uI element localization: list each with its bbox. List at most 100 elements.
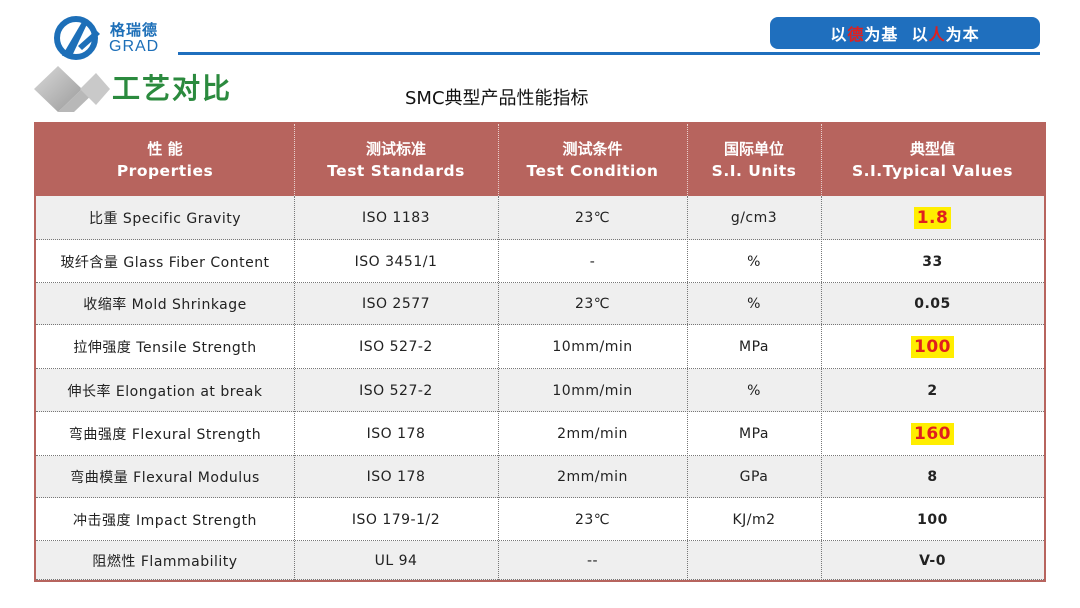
property-text: 收缩率 Mold Shrinkage xyxy=(83,297,247,313)
value-text: 160 xyxy=(911,423,954,445)
cell-standard: ISO 178 xyxy=(294,456,498,498)
unit-text: g/cm3 xyxy=(730,210,778,226)
value-text: 100 xyxy=(917,511,948,528)
header-divider xyxy=(687,124,688,196)
cell-condition: 23℃ xyxy=(498,283,687,325)
header-typical-values: 典型值 S.I.Typical Values xyxy=(821,124,1044,196)
cell-condition: 10mm/min xyxy=(498,369,687,412)
unit-text: GPa xyxy=(739,469,769,485)
logo-chinese-name: 格瑞德 xyxy=(110,21,159,39)
unit-text: MPa xyxy=(739,339,769,355)
table-title: SMC典型产品性能指标 xyxy=(405,88,589,109)
cell-unit: % xyxy=(687,240,821,283)
cell-condition: -- xyxy=(498,541,687,580)
cell-property: 收缩率 Mold Shrinkage xyxy=(36,283,294,325)
header-cn: 测试条件 xyxy=(562,140,623,158)
slogan-accent: 人 xyxy=(928,25,946,44)
cell-unit: KJ/m2 xyxy=(687,498,821,541)
standard-text: UL 94 xyxy=(374,552,418,569)
cell-value: V-0 xyxy=(821,541,1044,580)
cell-condition: 2mm/min xyxy=(498,456,687,498)
header-si-units: 国际单位 S.I. Units xyxy=(687,124,821,196)
cell-value: 1.8 xyxy=(821,196,1044,240)
condition-text: 10mm/min xyxy=(552,382,633,399)
condition-text: 2mm/min xyxy=(557,469,628,485)
cell-standard: ISO 3451/1 xyxy=(294,240,498,283)
diamond-bullet-icon xyxy=(34,66,110,112)
property-text: 弯曲模量 Flexural Modulus xyxy=(70,470,260,486)
cell-value: 100 xyxy=(821,498,1044,541)
slogan-banner: 以德为基 以人为本 xyxy=(770,17,1040,49)
standard-text: ISO 179-1/2 xyxy=(351,511,441,528)
slogan-part: 为基 以 xyxy=(864,25,929,44)
unit-text: % xyxy=(747,253,761,270)
cell-standard: UL 94 xyxy=(294,541,498,580)
header-en: Properties xyxy=(116,162,214,180)
header-divider xyxy=(178,52,1040,55)
cell-value: 8 xyxy=(821,456,1044,498)
properties-table: 性 能 Properties 测试标准 Test Standards 测试条件 … xyxy=(34,122,1046,582)
cell-standard: ISO 179-1/2 xyxy=(294,498,498,541)
condition-text: 23℃ xyxy=(574,511,611,528)
value-text: 1.8 xyxy=(913,207,952,229)
standard-text: ISO 527-2 xyxy=(359,382,433,399)
cell-standard: ISO 2577 xyxy=(294,283,498,325)
condition-text: -- xyxy=(586,552,599,569)
standard-text: ISO 178 xyxy=(366,426,426,442)
property-text: 伸长率 Elongation at break xyxy=(67,383,263,400)
cell-property: 弯曲模量 Flexural Modulus xyxy=(36,456,294,498)
cell-unit: GPa xyxy=(687,456,821,498)
value-text: 8 xyxy=(927,469,938,485)
cell-property: 伸长率 Elongation at break xyxy=(36,369,294,412)
header-properties: 性 能 Properties xyxy=(36,124,294,196)
cell-value: 0.05 xyxy=(821,283,1044,325)
value-text: 0.05 xyxy=(914,296,951,312)
cell-property: 阻燃性 Flammability xyxy=(36,541,294,580)
table-row: 弯曲强度 Flexural Strength ISO 178 2mm/min MPa 1… xyxy=(36,412,1044,456)
column-divider xyxy=(687,196,688,580)
unit-text: % xyxy=(747,296,761,312)
cell-property: 玻纤含量 Glass Fiber Content xyxy=(36,240,294,283)
condition-text: 10mm/min xyxy=(552,339,633,355)
standard-text: ISO 1183 xyxy=(361,210,431,226)
header-divider xyxy=(821,124,822,196)
property-text: 拉伸强度 Tensile Strength xyxy=(73,340,257,356)
cell-unit: g/cm3 xyxy=(687,196,821,240)
cell-unit: % xyxy=(687,283,821,325)
header-cn: 测试标准 xyxy=(365,140,426,158)
cell-unit xyxy=(687,541,821,580)
value-text: 2 xyxy=(927,382,938,399)
cell-condition: 23℃ xyxy=(498,196,687,240)
cell-standard: ISO 1183 xyxy=(294,196,498,240)
cell-value: 2 xyxy=(821,369,1044,412)
property-text: 弯曲强度 Flexural Strength xyxy=(68,427,262,443)
header-en: S.I. Units xyxy=(711,162,797,180)
section-title: 工艺对比 xyxy=(112,72,233,105)
standard-text: ISO 178 xyxy=(366,469,426,485)
table-row: 弯曲模量 Flexural Modulus ISO 178 2mm/min GPa 8 xyxy=(36,456,1044,498)
slogan-part: 以 xyxy=(830,25,848,44)
property-text: 比重 Specific Gravity xyxy=(88,211,242,227)
company-logo: 格瑞德 GRAD xyxy=(52,16,182,60)
cell-unit: % xyxy=(687,369,821,412)
table-row: 玻纤含量 Glass Fiber Content ISO 3451/1 -% 33 xyxy=(36,240,1044,283)
grad-logo-icon xyxy=(54,16,100,60)
cell-unit: MPa xyxy=(687,412,821,456)
logo-english-name: GRAD xyxy=(109,38,160,55)
column-divider xyxy=(821,196,822,580)
cell-property: 比重 Specific Gravity xyxy=(36,196,294,240)
table-row: 拉伸强度 Tensile Strength ISO 527-2 10mm/min MP… xyxy=(36,325,1044,369)
table-row: 比重 Specific Gravity ISO 1183 23℃ g/cm3 1.8 xyxy=(36,196,1044,240)
cell-condition: 10mm/min xyxy=(498,325,687,369)
cell-property: 拉伸强度 Tensile Strength xyxy=(36,325,294,369)
cell-standard: ISO 527-2 xyxy=(294,325,498,369)
table-row: 收缩率 Mold Shrinkage ISO 2577 23℃% 0.05 xyxy=(36,283,1044,325)
header-en: Test Condition xyxy=(526,162,659,180)
cell-value: 160 xyxy=(821,412,1044,456)
cell-condition: 23℃ xyxy=(498,498,687,541)
header-divider xyxy=(294,124,295,196)
condition-text: - xyxy=(589,253,596,270)
column-divider xyxy=(498,196,499,580)
cell-standard: ISO 527-2 xyxy=(294,369,498,412)
cell-condition: - xyxy=(498,240,687,283)
